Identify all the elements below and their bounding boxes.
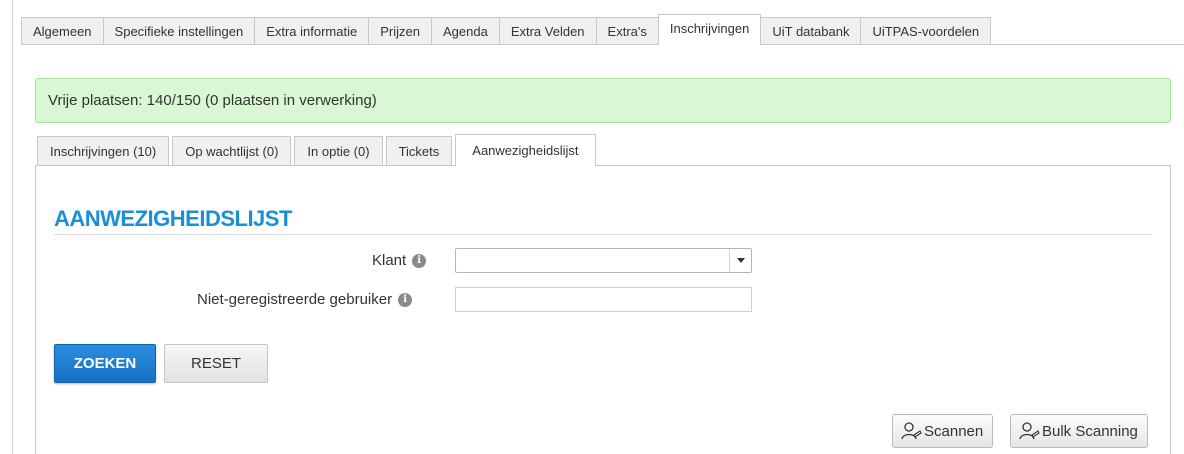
bulk-scan-button[interactable]: Bulk Scanning: [1010, 414, 1148, 448]
scan-user-icon: [1019, 422, 1040, 440]
tab-prijzen[interactable]: Prijzen: [368, 17, 432, 44]
info-icon[interactable]: i: [412, 253, 427, 268]
subtab-tickets[interactable]: Tickets: [385, 136, 453, 165]
tab-extra-informatie[interactable]: Extra informatie: [254, 17, 370, 44]
tab-uit-databank[interactable]: UiT databank: [760, 17, 862, 44]
search-button[interactable]: ZOEKEN: [54, 344, 156, 383]
title-divider: [54, 234, 1152, 235]
tab-algemeen[interactable]: Algemeen: [21, 17, 104, 44]
subtab-inschrijvingen[interactable]: Inschrijvingen (10): [37, 136, 170, 165]
availability-text: Vrije plaatsen: 140/150 (0 plaatsen in v…: [48, 92, 377, 109]
tab-agenda[interactable]: Agenda: [430, 17, 500, 44]
reset-button[interactable]: RESET: [164, 344, 268, 383]
scan-button-label: Scannen: [924, 422, 984, 440]
availability-alert: Vrije plaatsen: 140/150 (0 plaatsen in v…: [35, 78, 1171, 123]
unregistered-label-group: Niet-geregistreerde gebruiker i: [197, 291, 413, 308]
panel-title: AANWEZIGHEIDSLIJST: [54, 206, 292, 231]
scan-user-icon: [901, 422, 922, 440]
subtab-in-optie[interactable]: In optie (0): [294, 136, 383, 165]
scan-button[interactable]: Scannen: [892, 414, 994, 448]
unregistered-user-label: Niet-geregistreerde gebruiker: [197, 291, 393, 308]
klant-label-group: Klant i: [372, 252, 427, 269]
tab-uitpas-voordelen[interactable]: UiTPAS-voordelen: [860, 17, 992, 44]
tab-extras[interactable]: Extra's: [595, 17, 659, 44]
unregistered-user-input[interactable]: [455, 287, 752, 312]
tab-specifieke-instellingen[interactable]: Specifieke instellingen: [102, 17, 256, 44]
klant-select[interactable]: [455, 248, 752, 273]
subtab-op-wachtlijst[interactable]: Op wachtlijst (0): [172, 136, 292, 165]
tab-extra-velden[interactable]: Extra Velden: [498, 17, 597, 44]
attendance-panel: AANWEZIGHEIDSLIJST Klant i Niet-geregist…: [35, 166, 1171, 454]
page: Algemeen Specifieke instellingen Extra i…: [12, 0, 1184, 454]
info-icon[interactable]: i: [398, 292, 413, 307]
subtab-aanwezigheidslijst[interactable]: Aanwezigheidslijst: [455, 134, 596, 166]
chevron-down-icon[interactable]: [729, 249, 751, 272]
klant-label: Klant: [372, 252, 407, 269]
sub-tab-bar: Inschrijvingen (10) Op wachtlijst (0) In…: [35, 134, 1171, 166]
bulk-scan-button-label: Bulk Scanning: [1042, 422, 1138, 440]
tab-inschrijvingen[interactable]: Inschrijvingen: [657, 14, 762, 45]
main-tab-bar: Algemeen Specifieke instellingen Extra i…: [21, 14, 1184, 45]
